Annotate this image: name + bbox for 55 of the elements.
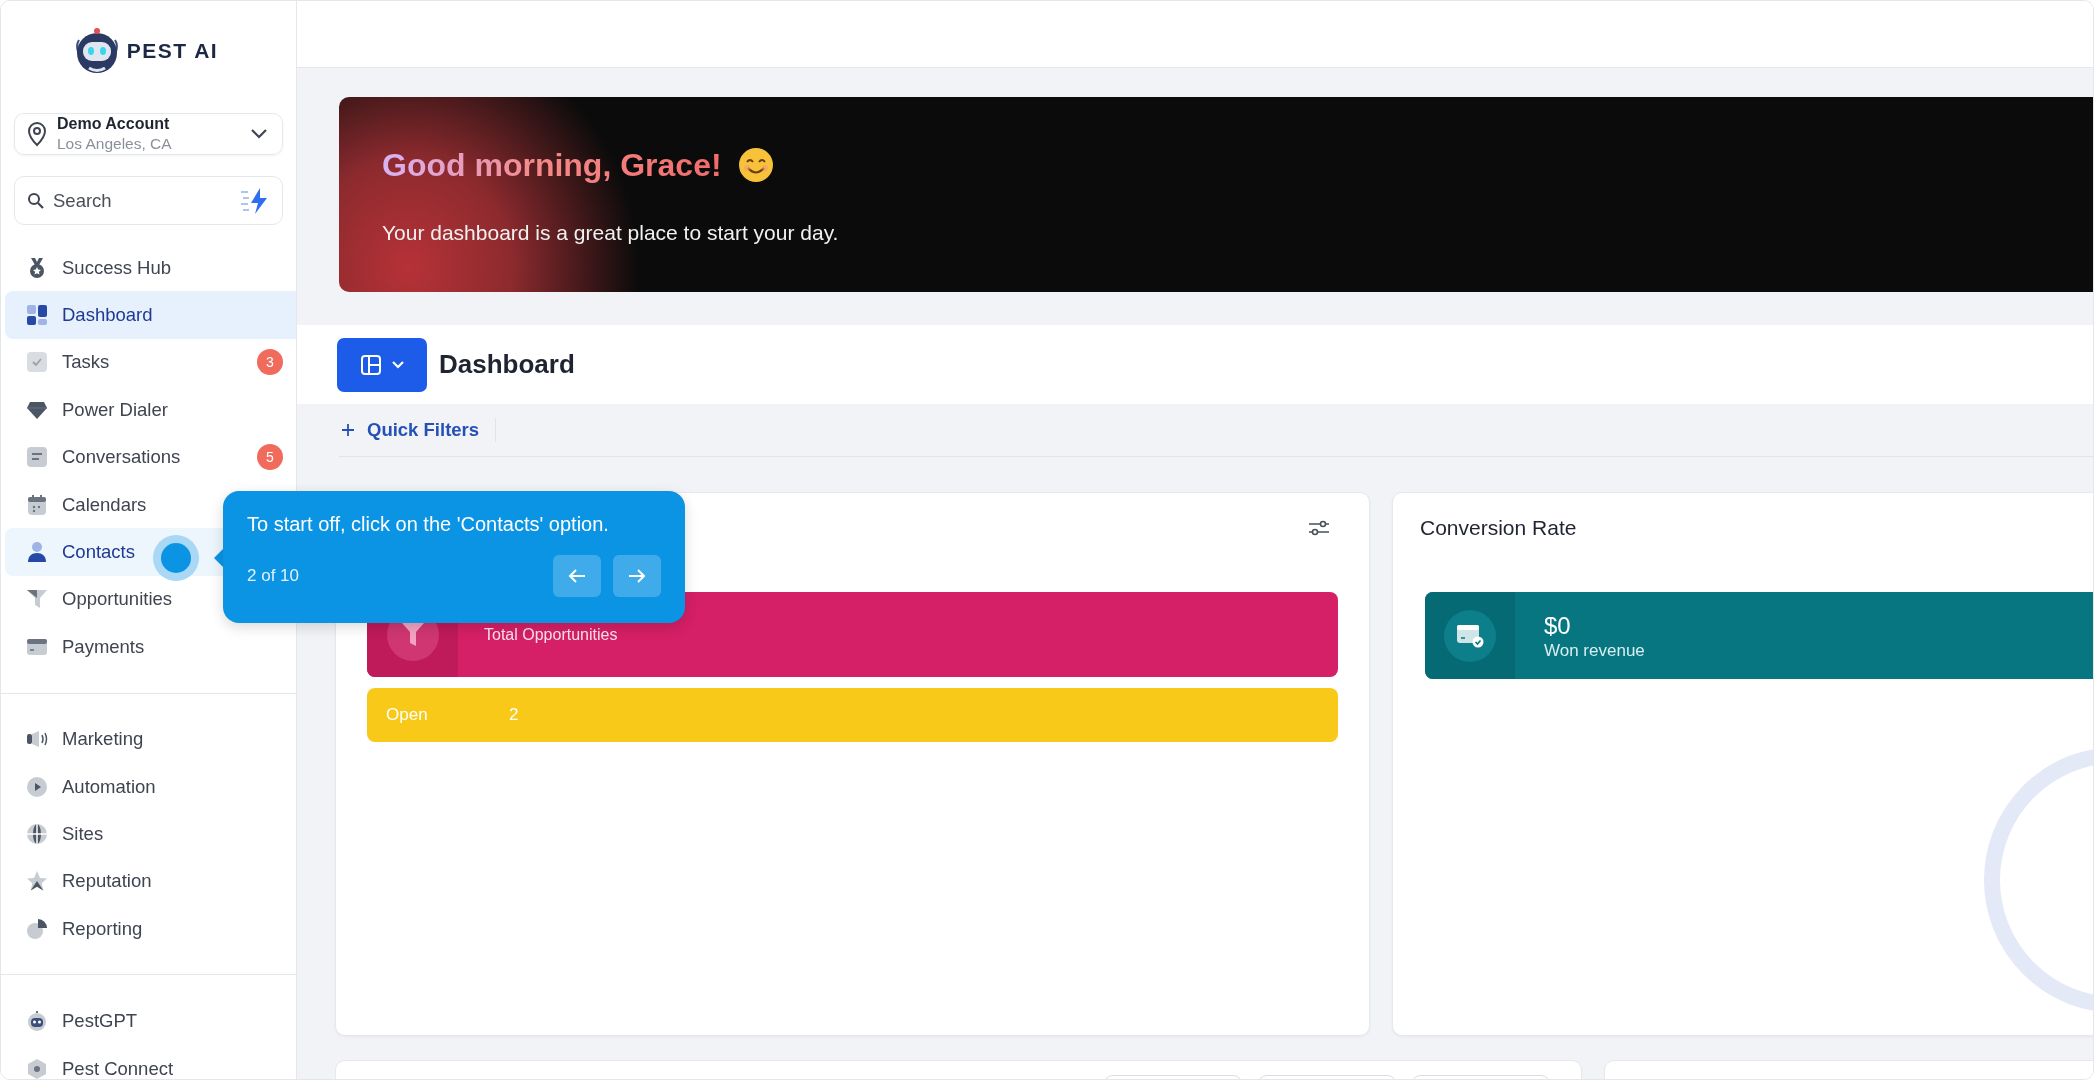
status-label: Open [386,705,429,725]
count-badge: 5 [257,444,283,471]
checkbox-icon [25,350,49,375]
nav-item[interactable]: Tasks 3 [5,338,296,387]
nav-item[interactable]: Success Hub [5,244,296,292]
person-icon [25,540,49,565]
search-icon [27,191,45,210]
chevron-down-icon [391,359,405,370]
count-badge: 3 [257,349,283,376]
total-opportunities-label: Total Opportunities [484,625,618,644]
funnel-icon [399,620,426,649]
status-count: 2 [509,705,520,725]
nav-item[interactable]: Sites [5,810,296,858]
nav-item[interactable]: Dashboard [5,291,296,339]
logo-text: PEST AI [126,39,219,63]
nav-item[interactable]: Payments [5,623,296,671]
account-location: Los Angeles, CA [57,134,173,154]
tour-hotspot[interactable] [152,534,200,582]
nav-item[interactable]: Reporting [5,905,296,953]
sliders-icon[interactable] [1308,519,1330,537]
card-title: Conversion Rate [1420,516,1577,540]
previous-button[interactable] [553,555,601,597]
nav-item[interactable]: Reputation [5,857,296,906]
play-icon [25,774,49,799]
greeting-subtitle: Your dashboard is a great place to start your day. [382,221,840,245]
smiley-icon [737,147,774,183]
message-icon [25,445,49,470]
nav-item[interactable]: PestGPT [5,997,296,1045]
account-switcher[interactable]: Demo Account Los Angeles, CA [14,113,283,155]
quick-filters-button[interactable]: Quick Filters [339,419,496,441]
nav-item[interactable]: Conversations 5 [5,433,296,481]
next-button[interactable] [613,555,661,597]
plus-icon [341,423,355,437]
globe-icon [25,822,49,846]
nav-item[interactable]: Power Dialer [5,386,296,434]
nav-item[interactable]: Automation [5,762,296,811]
won-revenue-value: $0 [1544,610,1572,641]
grid-icon [25,303,49,328]
calendar-icon [25,492,49,517]
arrow-left-icon [568,568,586,584]
arrow-right-icon [628,568,646,584]
lightning-icon[interactable] [240,186,270,215]
nav-item[interactable]: Pest Connect [5,1044,296,1079]
robot-icon [25,1009,49,1034]
layout-icon [359,352,383,377]
account-name: Demo Account [57,114,171,134]
layout-switch-button[interactable] [337,337,427,392]
chevron-down-icon [250,128,268,140]
hexagon-icon [25,1056,49,1079]
pie-chart-icon [25,916,49,941]
location-pin-icon [25,121,49,147]
nav-item[interactable]: Marketing [5,715,296,763]
won-revenue-label: Won revenue [1544,640,1645,661]
dashboard-title: Dashboard [439,349,575,380]
search-field[interactable]: Search [14,176,283,225]
